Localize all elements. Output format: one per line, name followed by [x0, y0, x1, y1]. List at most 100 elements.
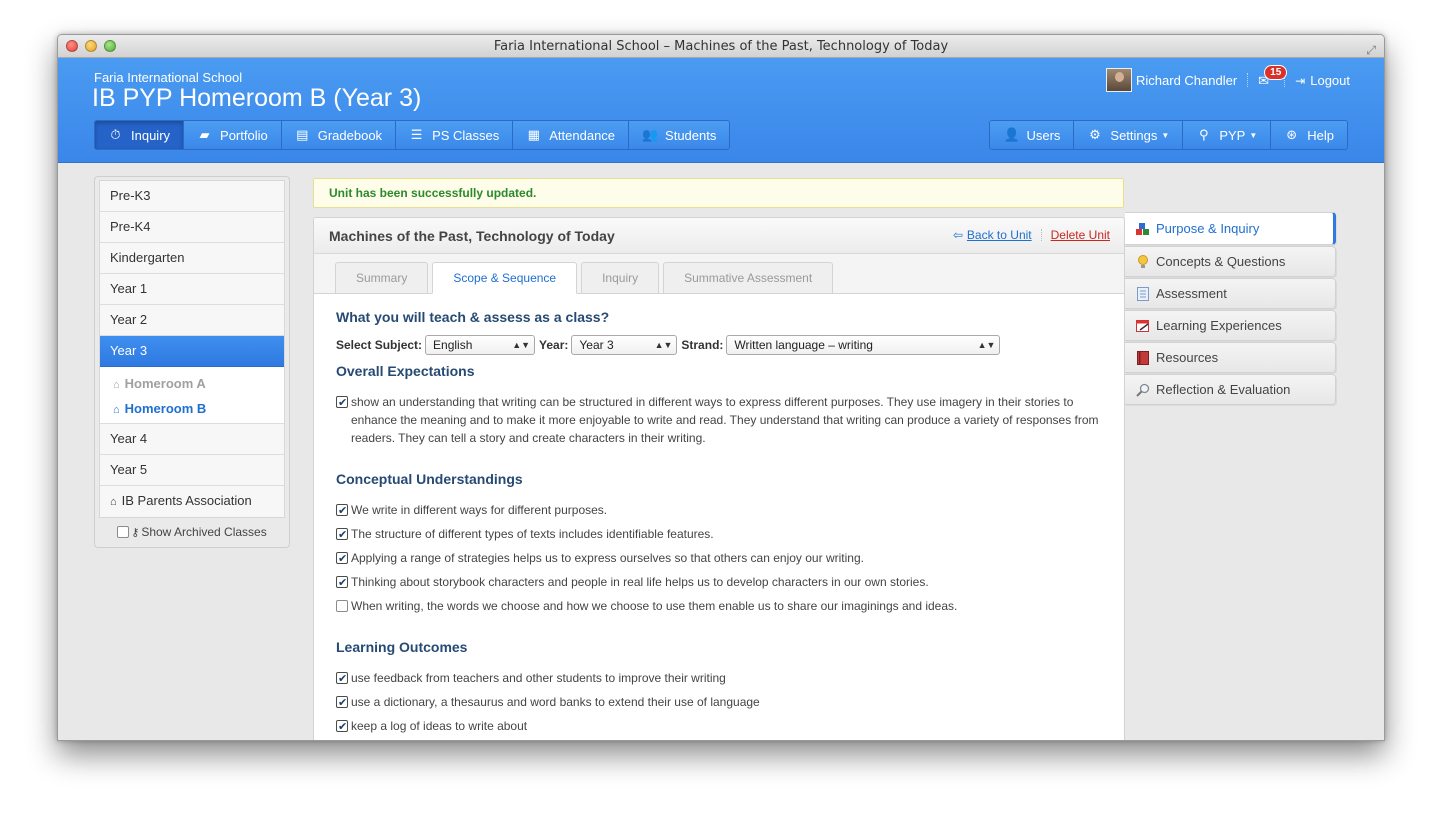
nav-gradebook[interactable]: ▤ Gradebook [282, 121, 397, 149]
logout-link[interactable]: ⇥ Logout [1295, 73, 1350, 88]
item-text: use feedback from teachers and other stu… [351, 671, 726, 685]
unit-links: ⇦ Back to Unit Delete Unit [953, 228, 1110, 242]
menu-label: Assessment [1156, 286, 1227, 301]
item-text: use a dictionary, a thesaurus and word b… [351, 695, 760, 709]
menu-assessment[interactable]: Assessment [1125, 278, 1336, 309]
menu-purpose-inquiry[interactable]: Purpose & Inquiry [1125, 212, 1336, 245]
subject-select[interactable]: English ▲▼ [425, 335, 536, 355]
conceptual-list: We write in different ways for different… [336, 501, 1102, 615]
success-alert: Unit has been successfully updated. [313, 178, 1124, 208]
item-text: Thinking about storybook characters and … [351, 575, 929, 589]
tab-bar: Summary Scope & Sequence Inquiry Summati… [314, 254, 1124, 294]
item-checkbox[interactable] [336, 670, 348, 688]
browser-window: Faria International School – Machines of… [57, 34, 1385, 741]
sidebar-item-year-3[interactable]: Year 3 [100, 336, 284, 367]
item-checkbox[interactable] [336, 574, 348, 592]
messages-button[interactable]: ✉ 15 [1258, 65, 1288, 88]
divider [1040, 229, 1042, 241]
lightbulb-icon [1135, 254, 1150, 269]
nav-label: Gradebook [317, 127, 383, 143]
secondary-nav: 👤 Users ⚙ Settings ▼ ⚲ PYP ▼ ⊛ Help [989, 120, 1348, 150]
menu-reflection-evaluation[interactable]: Reflection & Evaluation [1125, 374, 1336, 405]
nav-help[interactable]: ⊛ Help [1271, 121, 1347, 149]
nav-attendance[interactable]: ▦ Attendance [513, 121, 630, 149]
nav-settings[interactable]: ⚙ Settings ▼ [1074, 121, 1184, 149]
conceptual-understandings-heading: Conceptual Understandings [336, 471, 523, 487]
nav-label: Attendance [549, 127, 616, 143]
unit-panel: Machines of the Past, Technology of Toda… [313, 217, 1125, 740]
nav-pyp[interactable]: ⚲ PYP ▼ [1183, 121, 1272, 149]
user-name-link[interactable]: Richard Chandler [1136, 73, 1237, 88]
nav-ps-classes[interactable]: ☰ PS Classes [396, 121, 514, 149]
item-checkbox[interactable] [336, 694, 348, 712]
sidebar-item-kindergarten[interactable]: Kindergarten [100, 243, 284, 274]
item-checkbox[interactable] [336, 550, 348, 568]
tab-scope-sequence[interactable]: Scope & Sequence [432, 262, 578, 294]
nav-label: PS Classes [432, 127, 500, 143]
sidebar-item-year-1[interactable]: Year 1 [100, 274, 284, 305]
item-checkbox[interactable] [336, 502, 348, 520]
expectation-checkbox[interactable] [336, 394, 348, 412]
menu-label: Learning Experiences [1156, 318, 1282, 333]
nav-label: Settings [1110, 127, 1158, 143]
nav-users[interactable]: 👤 Users [990, 121, 1075, 149]
avatar[interactable] [1106, 68, 1132, 92]
user-icon: 👤 [1003, 127, 1020, 142]
minimize-window-button[interactable] [85, 40, 97, 52]
sidebar-item-year-2[interactable]: Year 2 [100, 305, 284, 336]
item-text: Applying a range of strategies helps us … [351, 551, 864, 565]
delete-unit-link[interactable]: Delete Unit [1051, 228, 1110, 242]
list-item: use feedback from teachers and other stu… [336, 669, 1102, 688]
zoom-window-button[interactable] [104, 40, 116, 52]
year-select[interactable]: Year 3 ▲▼ [571, 335, 678, 355]
tab-summative-assessment[interactable]: Summative Assessment [663, 262, 834, 293]
close-window-button[interactable] [66, 40, 78, 52]
school-name: Faria International School [94, 70, 243, 85]
sidebar-item-year-4[interactable]: Year 4 [100, 424, 284, 455]
document-icon [1135, 286, 1150, 301]
stopwatch-icon: ⏱ [110, 127, 121, 142]
sidebar-item-homeroom-a[interactable]: ⌂ Homeroom A [100, 371, 284, 396]
show-archived-checkbox[interactable] [117, 526, 130, 538]
nav-inquiry[interactable]: ⏱ Inquiry [95, 121, 185, 149]
homeroom-list: ⌂ Homeroom A ⌂ Homeroom B [100, 367, 284, 424]
year-label: Year: [539, 338, 569, 352]
menu-label: Concepts & Questions [1156, 254, 1286, 269]
search-icon: ⚲ [1199, 127, 1209, 142]
tab-inquiry[interactable]: Inquiry [581, 262, 660, 293]
item-checkbox[interactable] [336, 600, 348, 612]
blocks-icon [1135, 222, 1150, 236]
main-nav: ⏱ Inquiry ▰ Portfolio ▤ Gradebook ☰ PS C… [94, 120, 731, 150]
item-checkbox[interactable] [336, 526, 348, 544]
overall-expectations-list: show an understanding that writing can b… [336, 393, 1102, 447]
strand-select[interactable]: Written language – writing ▲▼ [726, 335, 1001, 355]
menu-concepts-questions[interactable]: Concepts & Questions [1125, 246, 1336, 277]
sidebar-item-pre-k3[interactable]: Pre-K3 [100, 181, 284, 212]
nav-label: Users [1026, 127, 1061, 143]
nav-portfolio[interactable]: ▰ Portfolio [184, 121, 282, 149]
user-area: Richard Chandler ✉ 15 ⇥ Logout [1106, 65, 1350, 92]
message-count-badge: 15 [1264, 65, 1288, 80]
menu-resources[interactable]: Resources [1125, 342, 1336, 373]
list-item: We write in different ways for different… [336, 501, 1102, 520]
sidebar-item-year-5[interactable]: Year 5 [100, 455, 284, 486]
back-to-unit-link[interactable]: Back to Unit [967, 228, 1032, 242]
menu-learning-experiences[interactable]: Learning Experiences [1125, 310, 1336, 341]
nav-students[interactable]: 👥 Students [629, 121, 729, 149]
sidebar-item-ib-parents[interactable]: ⌂ IB Parents Association [100, 486, 284, 517]
sidebar-item-pre-k4[interactable]: Pre-K4 [100, 212, 284, 243]
nav-label: Portfolio [220, 127, 268, 143]
unit-section-menu: Purpose & Inquiry Concepts & Questions A… [1125, 212, 1336, 406]
nav-label: Help [1307, 127, 1334, 143]
list-item: Thinking about storybook characters and … [336, 573, 1102, 592]
briefcase-icon: ▰ [199, 127, 210, 142]
expectation-text: show an understanding that writing can b… [351, 395, 1099, 445]
nav-label: Inquiry [131, 127, 171, 143]
item-checkbox[interactable] [336, 718, 348, 736]
tab-summary[interactable]: Summary [335, 262, 429, 293]
calendar-icon: ▦ [527, 127, 540, 142]
item-text: We write in different ways for different… [351, 503, 608, 517]
window-title: Faria International School – Machines of… [493, 39, 949, 54]
sidebar-item-homeroom-b[interactable]: ⌂ Homeroom B [100, 396, 284, 421]
show-archived-toggle[interactable]: ⚷ Show Archived Classes [99, 521, 285, 543]
